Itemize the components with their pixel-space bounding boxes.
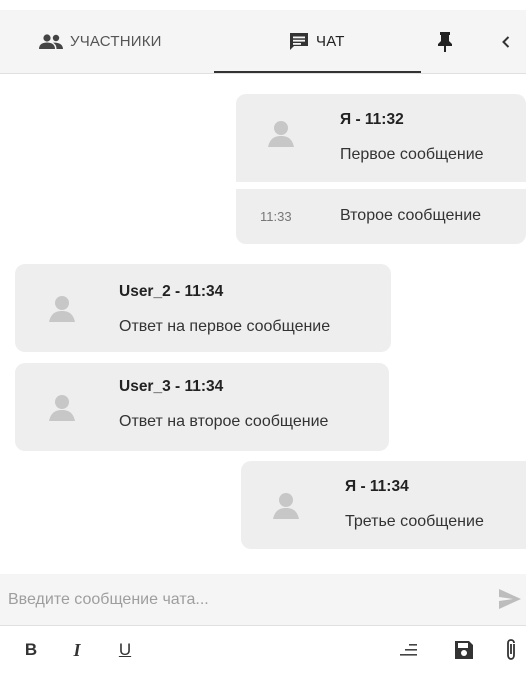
send-icon[interactable] [498, 588, 522, 610]
message-text: Ответ на второе сообщение [119, 413, 329, 430]
chevron-left-icon [500, 34, 512, 50]
chat-message-own: Я - 11:34 Третье сообщение [241, 461, 526, 549]
message-author: User_2 - 11:34 [119, 283, 224, 300]
italic-button[interactable]: I [66, 636, 88, 664]
message-text: Ответ на первое сообщение [119, 318, 331, 335]
chat-message-other: User_2 - 11:34 Ответ на первое сообщение [15, 264, 391, 352]
message-text: Третье сообщение [345, 513, 484, 530]
clear-format-button[interactable] [396, 636, 422, 664]
chat-message-own: Я - 11:32 Первое сообщение [236, 94, 526, 182]
pin-button[interactable] [437, 10, 453, 73]
active-tab-indicator [214, 71, 421, 73]
message-author: Я - 11:32 [340, 111, 404, 128]
tab-participants-label: УЧАСТНИКИ [70, 33, 162, 50]
attach-icon [504, 638, 518, 662]
bold-icon: B [24, 640, 38, 659]
underline-icon: U [118, 640, 132, 659]
tab-participants[interactable]: УЧАСТНИКИ [38, 10, 162, 73]
save-button[interactable] [451, 636, 477, 664]
collapse-button[interactable] [500, 10, 512, 73]
people-icon [38, 33, 64, 50]
tab-chat-label: ЧАТ [316, 33, 345, 50]
save-icon [454, 640, 474, 660]
chat-message-own-continuation: 11:33 Второе сообщение [236, 189, 526, 244]
message-author: User_3 - 11:34 [119, 378, 224, 395]
message-text: Первое сообщение [340, 146, 484, 163]
message-author: Я - 11:34 [345, 478, 409, 495]
chat-message-other: User_3 - 11:34 Ответ на второе сообщение [15, 363, 389, 451]
clear-format-icon [399, 643, 419, 657]
pin-icon [437, 31, 453, 53]
avatar-icon [269, 488, 303, 522]
chat-bubble-icon [288, 31, 310, 53]
top-strip [0, 0, 526, 10]
avatar-icon [264, 116, 298, 150]
chat-message-input[interactable] [8, 588, 478, 612]
message-composer [0, 574, 526, 626]
message-time: 11:33 [260, 209, 292, 224]
avatar-icon [45, 390, 79, 424]
bold-button[interactable]: B [20, 636, 42, 664]
underline-button[interactable]: U [114, 636, 136, 664]
italic-icon: I [73, 639, 81, 660]
chat-tabs-header: УЧАСТНИКИ ЧАТ [0, 10, 526, 74]
avatar-icon [45, 291, 79, 325]
formatting-toolbar: B I U [0, 626, 526, 675]
message-text: Второе сообщение [340, 207, 482, 224]
tab-chat[interactable]: ЧАТ [288, 10, 345, 73]
attach-button[interactable] [500, 636, 522, 664]
